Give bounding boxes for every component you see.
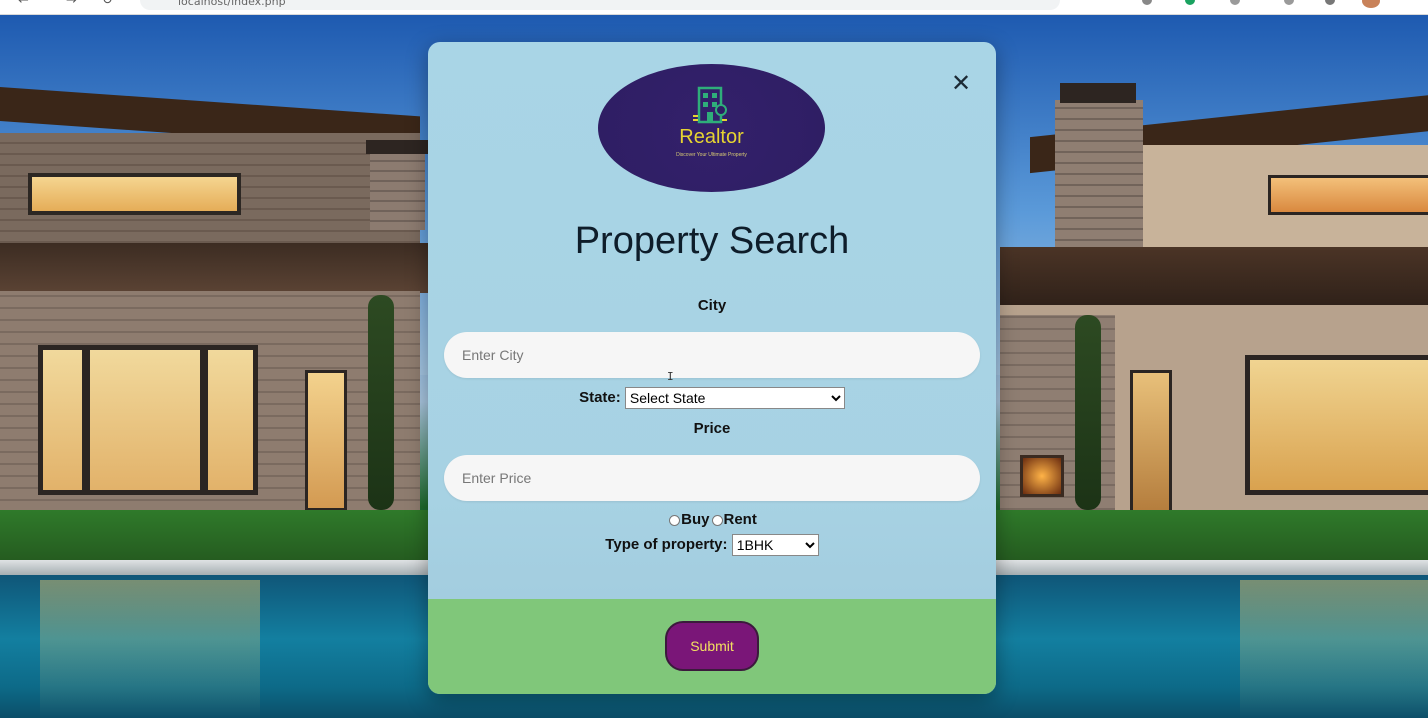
left-house-lower-roof — [0, 243, 430, 293]
logo-text: Realtor — [679, 126, 744, 148]
left-house-upper-window — [28, 173, 241, 215]
pool-reflection — [1240, 580, 1428, 718]
submit-button[interactable]: Submit — [665, 621, 759, 671]
property-search-form: ✕ Realtor Discover Your Ultimate Propert… — [428, 42, 996, 694]
address-bar[interactable]: localhost/index.php — [140, 0, 1060, 10]
pool-reflection — [40, 580, 260, 718]
reload-icon[interactable]: ↻ — [102, 0, 113, 8]
address-bar-url: localhost/index.php — [178, 0, 286, 8]
window-frame — [200, 345, 208, 495]
climbing-plant — [368, 295, 394, 510]
price-input[interactable] — [444, 455, 980, 501]
text-cursor-icon: I — [667, 370, 674, 383]
state-row: State: Select State — [428, 387, 996, 409]
property-type-row: Type of property: 1BHK — [428, 534, 996, 556]
extension-icon[interactable] — [1142, 0, 1152, 5]
fireplace — [1020, 455, 1064, 497]
price-label: Price — [693, 420, 731, 437]
buy-rent-row: Buy Rent — [428, 511, 996, 528]
left-house-lower-window — [38, 345, 258, 495]
realtor-logo: Realtor Discover Your Ultimate Property — [598, 64, 825, 192]
buy-label: Buy — [681, 511, 710, 528]
buy-radio[interactable] — [669, 514, 681, 526]
browser-toolbar: ← → ↻ localhost/index.php — [0, 0, 1428, 15]
property-type-label: Type of property: — [605, 535, 728, 553]
right-house-door — [1130, 370, 1172, 521]
state-select[interactable]: Select State — [624, 387, 845, 409]
right-house-chimney — [1055, 100, 1143, 250]
state-label: State: — [579, 388, 621, 406]
right-house-chimney-cap — [1060, 83, 1136, 103]
extension-icon[interactable] — [1230, 0, 1240, 5]
climbing-plant — [1075, 315, 1101, 510]
logo-tagline: Discover Your Ultimate Property — [676, 152, 747, 158]
extension-icon[interactable] — [1185, 0, 1195, 5]
close-button[interactable]: ✕ — [948, 70, 974, 96]
profile-avatar[interactable] — [1362, 0, 1380, 8]
city-label: City — [697, 297, 727, 314]
rent-label: Rent — [723, 511, 757, 528]
page-title: Property Search — [574, 220, 850, 262]
left-house-chimney-cap — [366, 140, 428, 154]
right-house-lower-roof — [1000, 247, 1428, 307]
city-input[interactable] — [444, 332, 980, 378]
extension-icon[interactable] — [1325, 0, 1335, 5]
rent-radio[interactable] — [711, 514, 723, 526]
building-icon — [693, 86, 727, 124]
extension-icon[interactable] — [1284, 0, 1294, 5]
window-frame — [82, 345, 90, 495]
property-type-select[interactable]: 1BHK — [731, 534, 819, 556]
back-icon[interactable]: ← — [18, 0, 29, 8]
forward-icon[interactable]: → — [66, 0, 77, 8]
right-house-upper-window — [1268, 175, 1428, 215]
left-house-door — [305, 370, 347, 511]
right-house-lower-window — [1245, 355, 1428, 495]
